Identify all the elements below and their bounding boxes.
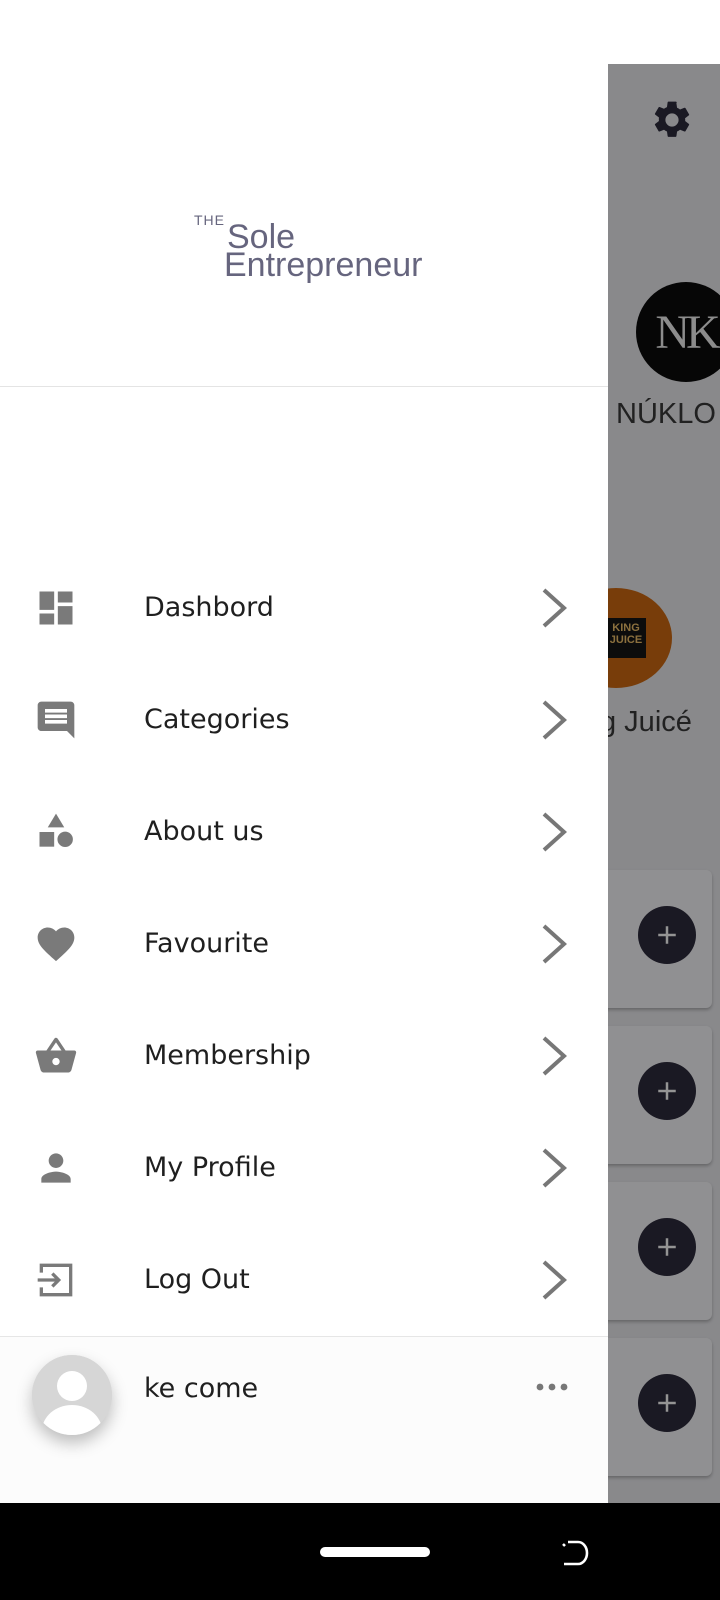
chevron-right-icon — [536, 586, 570, 630]
menu-item-membership[interactable]: Membership — [0, 1000, 608, 1112]
menu-item-dashboard[interactable]: Dashbord — [0, 552, 608, 664]
menu-item-categories[interactable]: Categories — [0, 664, 608, 776]
chevron-right-icon — [536, 1258, 570, 1302]
menu-item-label: Log Out — [144, 1264, 250, 1295]
shapes-icon — [34, 810, 78, 854]
menu-item-about-us[interactable]: About us — [0, 776, 608, 888]
chevron-right-icon — [536, 698, 570, 742]
menu-item-label: Membership — [144, 1040, 311, 1071]
menu-item-label: Favourite — [144, 928, 270, 959]
home-gesture-handle[interactable] — [320, 1547, 430, 1557]
user-name: ke come — [144, 1373, 259, 1404]
logo-prefix: THE — [194, 212, 225, 228]
menu-item-my-profile[interactable]: My Profile — [0, 1112, 608, 1224]
chevron-right-icon — [536, 922, 570, 966]
menu-item-log-out[interactable]: Log Out — [0, 1224, 608, 1336]
menu-item-label: About us — [144, 816, 264, 847]
avatar[interactable] — [32, 1355, 112, 1435]
chat-icon — [34, 698, 78, 742]
logo-line-2: Entrepreneur — [224, 246, 423, 284]
basket-icon — [34, 1034, 78, 1078]
drawer-header: THE Sole Entrepreneur — [0, 0, 608, 387]
logout-icon — [34, 1258, 78, 1302]
navigation-drawer: THE Sole Entrepreneur Dashbord Categorie… — [0, 0, 608, 1504]
dashboard-icon — [34, 586, 78, 630]
menu-item-favourite[interactable]: Favourite — [0, 888, 608, 1000]
person-icon — [34, 1146, 78, 1190]
drawer-user-footer[interactable]: ke come — [0, 1336, 608, 1504]
menu-item-label: Categories — [144, 704, 290, 735]
avatar-placeholder-icon — [32, 1355, 112, 1435]
chevron-right-icon — [536, 810, 570, 854]
chevron-right-icon — [536, 1146, 570, 1190]
menu-item-label: Dashbord — [144, 592, 274, 623]
heart-icon — [34, 922, 78, 966]
chevron-right-icon — [536, 1034, 570, 1078]
more-options-icon[interactable] — [534, 1377, 574, 1397]
menu-item-label: My Profile — [144, 1152, 276, 1183]
rotate-screen-icon[interactable] — [556, 1536, 590, 1570]
